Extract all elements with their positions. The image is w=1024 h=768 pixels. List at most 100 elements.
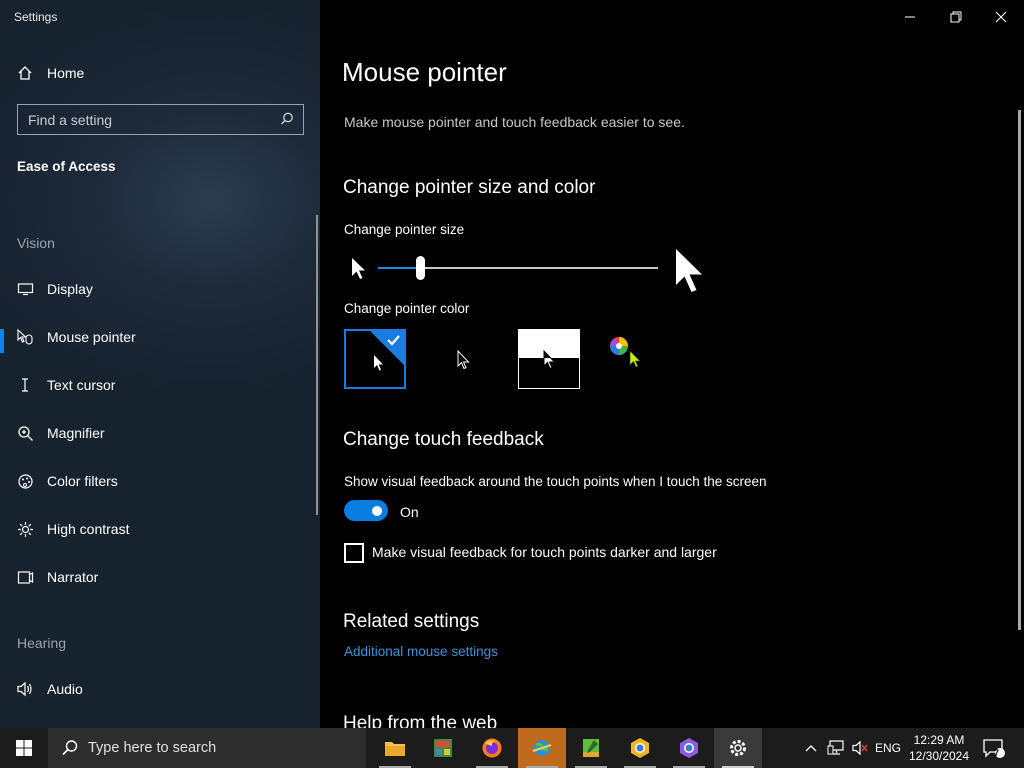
pointer-color-white-swatch[interactable] bbox=[344, 329, 406, 389]
notes-app-icon bbox=[583, 739, 599, 757]
home-icon bbox=[16, 64, 34, 82]
restore-button[interactable] bbox=[933, 0, 979, 34]
clock-time: 12:29 AM bbox=[913, 733, 965, 747]
touch-section-heading: Change touch feedback bbox=[343, 429, 544, 450]
group-header-vision: Vision bbox=[17, 235, 55, 251]
sidebar-item-color-filters[interactable]: Color filters bbox=[0, 461, 320, 501]
settings-app[interactable] bbox=[714, 728, 762, 768]
sidebar: Settings Home Ease of Access Vision Disp… bbox=[0, 0, 320, 728]
gear-icon bbox=[730, 740, 746, 756]
network-icon bbox=[827, 740, 844, 755]
sidebar-item-magnifier[interactable]: Magnifier bbox=[0, 413, 320, 453]
start-button[interactable] bbox=[0, 728, 48, 768]
find-setting-input[interactable] bbox=[18, 111, 268, 128]
sidebar-item-label: Audio bbox=[47, 681, 83, 697]
darker-feedback-label: Make visual feedback for touch points da… bbox=[372, 544, 717, 560]
sidebar-scrollbar[interactable] bbox=[316, 215, 318, 515]
restore-icon bbox=[950, 11, 962, 23]
sidebar-item-label: High contrast bbox=[47, 521, 130, 537]
mouse-pointer-icon bbox=[16, 328, 34, 346]
group-header-hearing: Hearing bbox=[17, 635, 67, 651]
sidebar-item-mouse-pointer[interactable]: Mouse pointer bbox=[0, 317, 320, 357]
large-pointer-icon bbox=[675, 248, 705, 299]
home-nav-item[interactable]: Home bbox=[0, 53, 320, 93]
pointer-color-custom-swatch[interactable] bbox=[600, 329, 662, 389]
help-heading: Help from the web bbox=[343, 713, 498, 728]
notes-app[interactable] bbox=[567, 728, 615, 768]
show-hidden-icons-button[interactable] bbox=[800, 728, 822, 768]
taskbar-search[interactable] bbox=[48, 728, 366, 768]
sidebar-item-high-contrast[interactable]: High contrast bbox=[0, 509, 320, 549]
search-icon bbox=[62, 740, 78, 756]
firefox-app[interactable] bbox=[468, 728, 516, 768]
close-icon bbox=[995, 11, 1007, 23]
sidebar-item-label: Color filters bbox=[47, 473, 118, 489]
touch-feedback-label: Show visual feedback around the touch po… bbox=[344, 474, 767, 489]
chrome-app[interactable] bbox=[665, 728, 713, 768]
sidebar-item-audio[interactable]: Audio bbox=[0, 669, 320, 709]
touch-feedback-toggle[interactable] bbox=[344, 500, 388, 521]
audio-icon bbox=[16, 680, 34, 698]
globe-app[interactable] bbox=[518, 728, 566, 768]
main-content: Mouse pointer Make mouse pointer and tou… bbox=[320, 0, 1024, 728]
taskbar: ENG 12:29 AM 12/30/2024 7 bbox=[0, 728, 1024, 768]
volume-muted-icon bbox=[852, 740, 868, 756]
sidebar-item-text-cursor[interactable]: Text cursor bbox=[0, 365, 320, 405]
folder-icon bbox=[385, 742, 405, 756]
high-contrast-icon bbox=[16, 520, 34, 538]
volume-button[interactable] bbox=[848, 728, 872, 768]
sidebar-item-display[interactable]: Display bbox=[0, 269, 320, 309]
sidebar-item-label: Text cursor bbox=[47, 377, 116, 393]
sidebar-item-label: Mouse pointer bbox=[47, 329, 136, 345]
narrator-icon bbox=[16, 568, 34, 586]
pointer-size-slider-thumb[interactable] bbox=[415, 256, 425, 280]
chrome-icon bbox=[680, 738, 698, 758]
pointer-size-slider-fill bbox=[378, 267, 420, 269]
toggle-knob bbox=[372, 505, 382, 516]
pointer-section-heading: Change pointer size and color bbox=[343, 177, 596, 198]
chrome-canary-app[interactable] bbox=[616, 728, 664, 768]
sidebar-item-label: Magnifier bbox=[47, 425, 105, 441]
main-scrollbar[interactable] bbox=[1018, 110, 1021, 630]
clock-date: 12/30/2024 bbox=[908, 749, 970, 763]
small-pointer-icon bbox=[351, 257, 367, 286]
chevron-up-icon bbox=[805, 745, 817, 752]
search-icon[interactable] bbox=[279, 111, 295, 132]
windows-logo-icon bbox=[16, 740, 32, 756]
page-title: Mouse pointer bbox=[342, 57, 507, 87]
clock[interactable]: 12:29 AM 12/30/2024 bbox=[906, 732, 972, 764]
pointer-color-label: Change pointer color bbox=[344, 301, 470, 316]
sidebar-item-narrator[interactable]: Narrator bbox=[0, 557, 320, 597]
sidebar-item-label: Narrator bbox=[47, 569, 99, 585]
monitor-icon bbox=[16, 280, 34, 298]
minimize-button[interactable] bbox=[887, 0, 933, 34]
globe-app-icon bbox=[532, 740, 552, 756]
notification-count: 7 bbox=[994, 748, 1000, 758]
additional-mouse-settings-link[interactable]: Additional mouse settings bbox=[344, 644, 498, 659]
section-title: Ease of Access bbox=[17, 159, 116, 174]
photo-editor-app[interactable] bbox=[419, 728, 467, 768]
darker-feedback-checkbox[interactable] bbox=[344, 543, 364, 563]
related-settings-heading: Related settings bbox=[343, 611, 480, 632]
sidebar-item-label: Display bbox=[47, 281, 93, 297]
network-button[interactable] bbox=[824, 728, 848, 768]
home-label: Home bbox=[47, 65, 85, 81]
color-filters-icon bbox=[16, 472, 34, 490]
action-center-button[interactable]: 7 bbox=[980, 728, 1008, 768]
pointer-color-inverted-swatch[interactable] bbox=[518, 329, 580, 389]
pointer-size-label: Change pointer size bbox=[344, 222, 465, 237]
app-title: Settings bbox=[14, 10, 58, 24]
taskbar-search-input[interactable] bbox=[88, 740, 348, 756]
pointer-color-black-swatch[interactable] bbox=[430, 329, 492, 389]
find-setting-search[interactable] bbox=[17, 104, 304, 135]
minimize-icon bbox=[905, 16, 915, 18]
magnifier-icon bbox=[16, 424, 34, 442]
language-indicator[interactable]: ENG bbox=[873, 728, 903, 768]
chrome-canary-icon bbox=[631, 738, 649, 758]
firefox-icon bbox=[482, 738, 502, 758]
page-subtitle: Make mouse pointer and touch feedback ea… bbox=[344, 114, 685, 130]
photo-editor-icon bbox=[434, 739, 452, 757]
text-cursor-icon bbox=[16, 376, 34, 394]
file-explorer-app[interactable] bbox=[371, 728, 419, 768]
close-button[interactable] bbox=[978, 0, 1024, 34]
